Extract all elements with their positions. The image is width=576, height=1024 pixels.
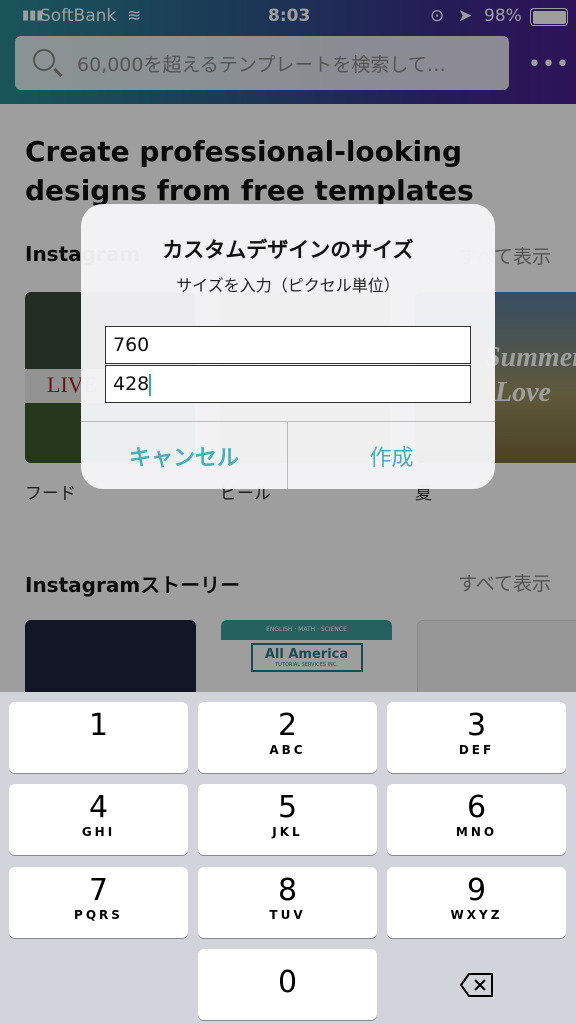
key-letters: TUV bbox=[269, 908, 306, 922]
key-letters: PQRS bbox=[74, 908, 123, 922]
delete-key[interactable] bbox=[387, 949, 566, 1020]
key-digit: 5 bbox=[277, 790, 298, 825]
key-letters: JKL bbox=[272, 825, 303, 839]
key-0[interactable]: 0 bbox=[198, 949, 377, 1020]
key-9[interactable]: 9 WXYZ bbox=[387, 867, 566, 938]
key-2[interactable]: 2 ABC bbox=[198, 702, 377, 773]
key-letters: WXYZ bbox=[450, 908, 503, 922]
key-digit: 2 bbox=[277, 708, 298, 743]
key-4[interactable]: 4 GHI bbox=[9, 784, 188, 855]
key-1[interactable]: 1 bbox=[9, 702, 188, 773]
key-digit: 7 bbox=[88, 873, 109, 908]
height-value: 428 bbox=[113, 373, 150, 395]
key-digit: 3 bbox=[466, 708, 487, 743]
dialog-subtitle: サイズを入力（ピクセル単位） bbox=[176, 276, 400, 295]
key-digit: 1 bbox=[88, 708, 109, 743]
key-6[interactable]: 6 MNO bbox=[387, 784, 566, 855]
key-digit: 8 bbox=[277, 873, 298, 908]
key-digit: 6 bbox=[466, 790, 487, 825]
key-letters: GHI bbox=[81, 825, 116, 839]
height-input[interactable]: 428 bbox=[105, 365, 471, 403]
cancel-button[interactable]: キャンセル bbox=[81, 421, 288, 489]
key-digit: 9 bbox=[466, 873, 487, 908]
custom-size-dialog: カスタムデザインのサイズ サイズを入力（ピクセル単位） 760 428 キャンセ… bbox=[81, 204, 495, 489]
key-5[interactable]: 5 JKL bbox=[198, 784, 377, 855]
key-letters: DEF bbox=[458, 743, 495, 757]
backspace-icon bbox=[459, 972, 493, 997]
width-value: 760 bbox=[113, 334, 150, 356]
key-digit: 0 bbox=[277, 965, 298, 1000]
dialog-title: カスタムデザインのサイズ bbox=[162, 238, 414, 262]
key-digit: 4 bbox=[88, 790, 109, 825]
key-letters: MNO bbox=[455, 825, 498, 839]
numeric-keypad: 1 2 ABC 3 DEF 4 GHI 5 JKL 6 MNO 7 PQRS 8 TUV 9W… bbox=[0, 692, 576, 1024]
key-letters: ABC bbox=[269, 743, 306, 757]
text-cursor bbox=[149, 373, 152, 396]
key-3[interactable]: 3 DEF bbox=[387, 702, 566, 773]
create-button[interactable]: 作成 bbox=[288, 421, 495, 489]
key-7[interactable]: 7 PQRS bbox=[9, 867, 188, 938]
key-8[interactable]: 8 TUV bbox=[198, 867, 377, 938]
width-input[interactable]: 760 bbox=[105, 326, 471, 364]
